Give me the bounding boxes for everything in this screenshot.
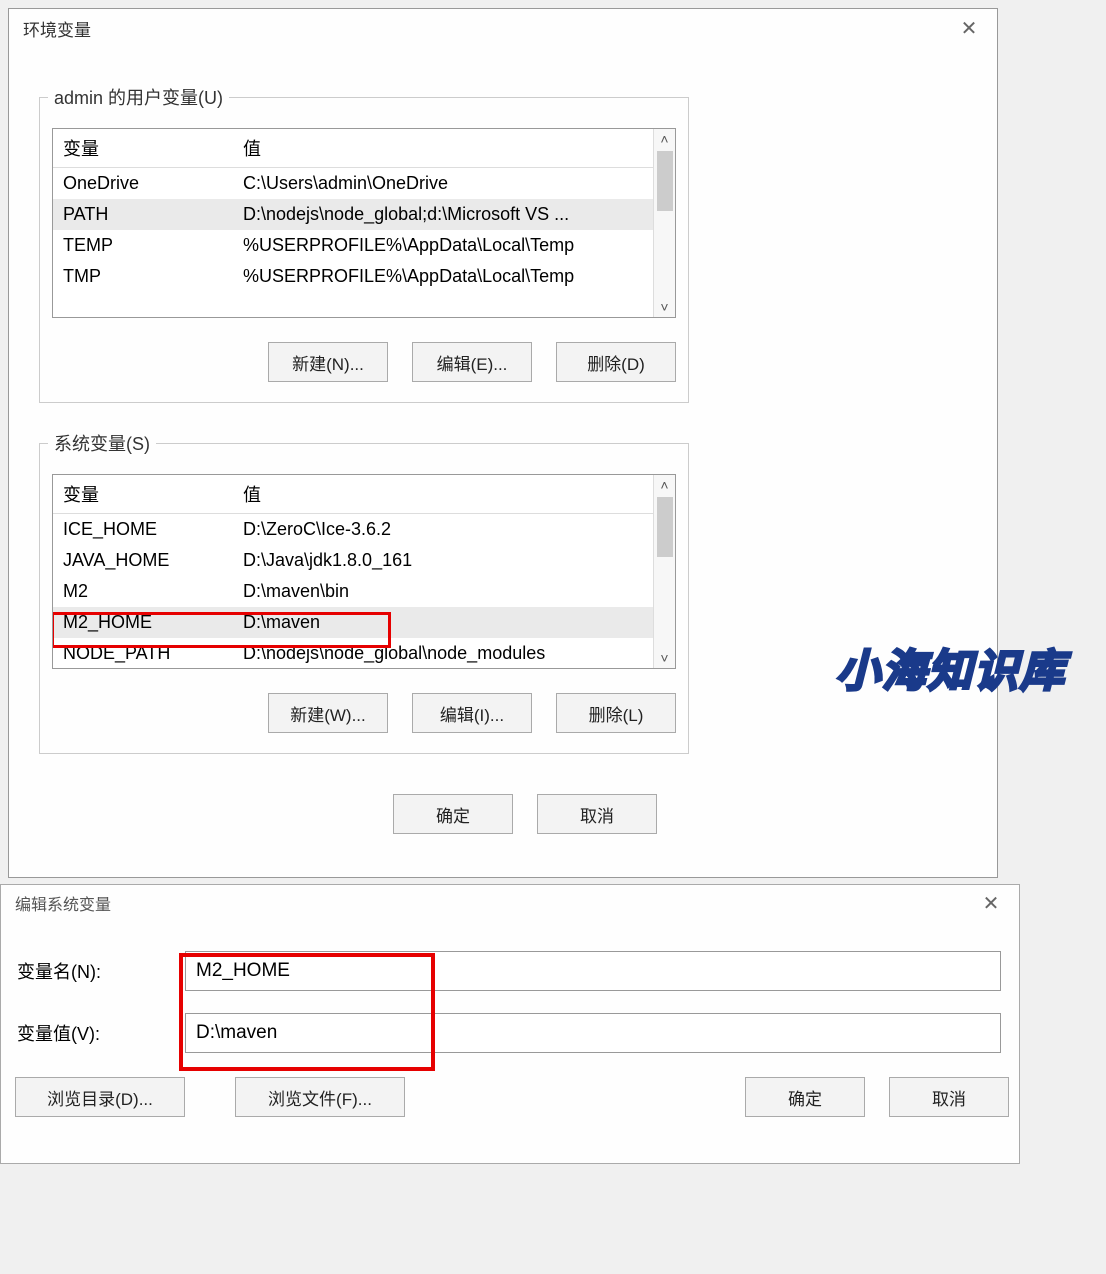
var-name-cell: ICE_HOME bbox=[53, 514, 233, 546]
browse-file-button[interactable]: 浏览文件(F)... bbox=[235, 1077, 405, 1117]
var-value-cell: D:\maven bbox=[233, 607, 675, 638]
user-header-variable[interactable]: 变量 bbox=[53, 129, 233, 168]
system-new-button[interactable]: 新建(W)... bbox=[268, 693, 388, 733]
table-row[interactable]: TEMP%USERPROFILE%\AppData\Local\Temp bbox=[53, 230, 675, 261]
browse-dir-button[interactable]: 浏览目录(D)... bbox=[15, 1077, 185, 1117]
dialog-title: 环境变量 bbox=[23, 16, 91, 41]
env-vars-dialog: 环境变量 ✕ admin 的用户变量(U) 变量 值 OneDriveC:\Us… bbox=[8, 8, 998, 878]
var-value-cell: D:\maven\bin bbox=[233, 576, 675, 607]
ok-button[interactable]: 确定 bbox=[393, 794, 513, 834]
dialog2-ok-button[interactable]: 确定 bbox=[745, 1077, 865, 1117]
chevron-up-icon[interactable]: ˄ bbox=[660, 129, 668, 149]
var-value-cell: D:\Java\jdk1.8.0_161 bbox=[233, 545, 675, 576]
dialog2-title: 编辑系统变量 bbox=[15, 891, 111, 915]
var-value-cell: %USERPROFILE%\AppData\Local\Temp bbox=[233, 230, 675, 261]
var-name-cell: OneDrive bbox=[53, 168, 233, 200]
user-new-button[interactable]: 新建(N)... bbox=[268, 342, 388, 382]
dialog-title-bar: 环境变量 ✕ bbox=[9, 9, 997, 47]
table-row[interactable]: OneDriveC:\Users\admin\OneDrive bbox=[53, 168, 675, 200]
watermark-text: 小海知识库 bbox=[836, 635, 1066, 699]
var-name-cell: M2_HOME bbox=[53, 607, 233, 638]
table-row[interactable]: M2_HOMED:\maven bbox=[53, 607, 675, 638]
var-name-cell: PATH bbox=[53, 199, 233, 230]
chevron-down-icon[interactable]: ˅ bbox=[660, 648, 668, 668]
system-header-value[interactable]: 值 bbox=[233, 475, 675, 514]
system-edit-button[interactable]: 编辑(I)... bbox=[412, 693, 532, 733]
scroll-thumb[interactable] bbox=[657, 497, 673, 557]
table-row[interactable]: M2D:\maven\bin bbox=[53, 576, 675, 607]
system-vars-group: 系统变量(S) 变量 值 ICE_HOMED:\ZeroC\Ice-3.6.2J… bbox=[39, 443, 689, 754]
system-delete-button[interactable]: 删除(L) bbox=[556, 693, 676, 733]
var-value-cell: %USERPROFILE%\AppData\Local\Temp bbox=[233, 261, 675, 292]
var-name-cell: TEMP bbox=[53, 230, 233, 261]
chevron-up-icon[interactable]: ˄ bbox=[660, 475, 668, 495]
var-name-cell: JAVA_HOME bbox=[53, 545, 233, 576]
var-name-input[interactable] bbox=[185, 951, 1001, 991]
var-name-label: 变量名(N): bbox=[15, 958, 185, 984]
close-icon[interactable]: ✕ bbox=[973, 888, 1009, 918]
var-name-cell: TMP bbox=[53, 261, 233, 292]
cancel-button[interactable]: 取消 bbox=[537, 794, 657, 834]
system-vars-table[interactable]: 变量 值 ICE_HOMED:\ZeroC\Ice-3.6.2JAVA_HOME… bbox=[52, 474, 676, 669]
dialog2-cancel-button[interactable]: 取消 bbox=[889, 1077, 1009, 1117]
user-scrollbar[interactable]: ˄ ˅ bbox=[653, 129, 675, 317]
var-value-cell: C:\Users\admin\OneDrive bbox=[233, 168, 675, 200]
table-row[interactable]: ICE_HOMED:\ZeroC\Ice-3.6.2 bbox=[53, 514, 675, 546]
system-header-variable[interactable]: 变量 bbox=[53, 475, 233, 514]
system-scrollbar[interactable]: ˄ ˅ bbox=[653, 475, 675, 668]
scroll-thumb[interactable] bbox=[657, 151, 673, 211]
user-delete-button[interactable]: 删除(D) bbox=[556, 342, 676, 382]
table-row[interactable]: NODE_PATHD:\nodejs\node_global\node_modu… bbox=[53, 638, 675, 669]
user-vars-group-title: admin 的用户变量(U) bbox=[48, 84, 229, 110]
dialog2-title-bar: 编辑系统变量 ✕ bbox=[1, 885, 1019, 921]
system-vars-group-title: 系统变量(S) bbox=[48, 430, 156, 456]
user-vars-group: admin 的用户变量(U) 变量 值 OneDriveC:\Users\adm… bbox=[39, 97, 689, 403]
table-row[interactable]: JAVA_HOMED:\Java\jdk1.8.0_161 bbox=[53, 545, 675, 576]
var-value-cell: D:\nodejs\node_global;d:\Microsoft VS ..… bbox=[233, 199, 675, 230]
var-name-cell: NODE_PATH bbox=[53, 638, 233, 669]
user-edit-button[interactable]: 编辑(E)... bbox=[412, 342, 532, 382]
edit-var-dialog: 编辑系统变量 ✕ 变量名(N): 变量值(V): 浏览目录(D)... 浏览文件… bbox=[0, 884, 1020, 1164]
table-row[interactable]: TMP%USERPROFILE%\AppData\Local\Temp bbox=[53, 261, 675, 292]
table-row[interactable]: PATHD:\nodejs\node_global;d:\Microsoft V… bbox=[53, 199, 675, 230]
var-value-cell: D:\nodejs\node_global\node_modules bbox=[233, 638, 675, 669]
var-value-cell: D:\ZeroC\Ice-3.6.2 bbox=[233, 514, 675, 546]
chevron-down-icon[interactable]: ˅ bbox=[660, 297, 668, 317]
user-header-value[interactable]: 值 bbox=[233, 129, 675, 168]
user-vars-table[interactable]: 变量 值 OneDriveC:\Users\admin\OneDrivePATH… bbox=[52, 128, 676, 318]
var-value-input[interactable] bbox=[185, 1013, 1001, 1053]
var-name-cell: M2 bbox=[53, 576, 233, 607]
var-value-label: 变量值(V): bbox=[15, 1020, 185, 1046]
close-icon[interactable]: ✕ bbox=[951, 13, 987, 43]
